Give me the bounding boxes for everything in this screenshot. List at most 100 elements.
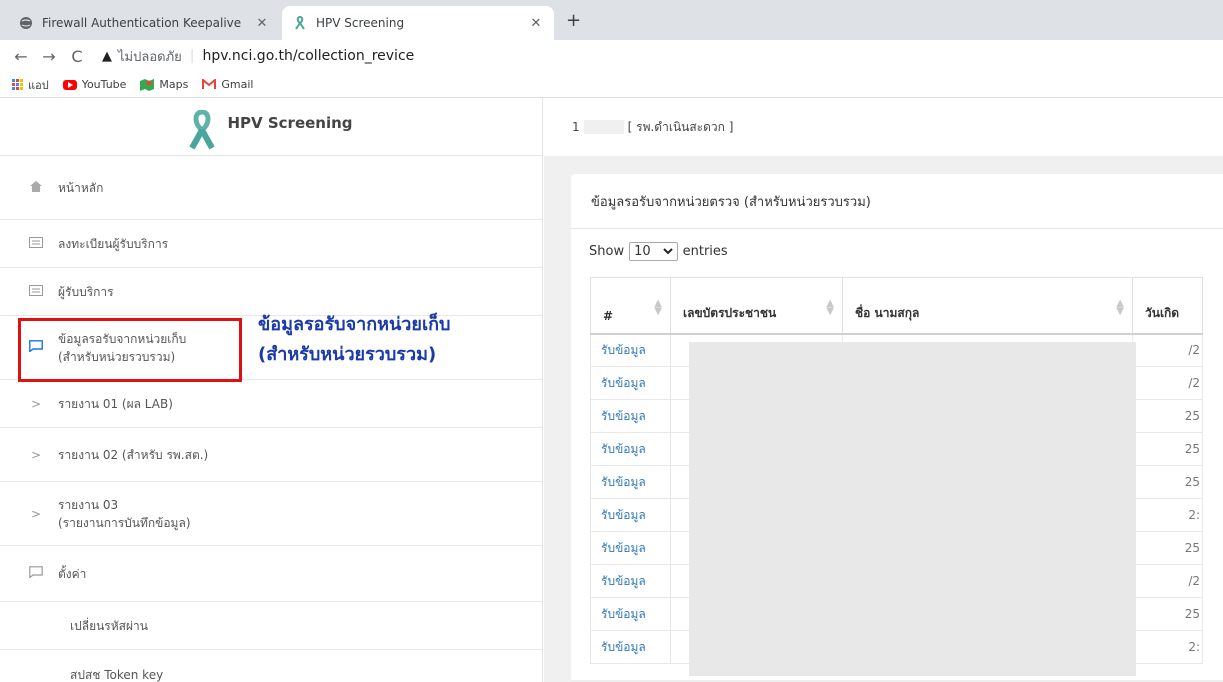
chevron-down-icon — [662, 247, 673, 254]
sidebar-item-settings[interactable]: ตั้งค่า — [0, 546, 542, 602]
annotation-line2: (สำหรับหน่วยรวบรวม) — [258, 344, 437, 365]
sidebar-item-label-line1: รายงาน 03 — [58, 497, 119, 512]
brand-title: HPV Screening — [227, 114, 353, 132]
forward-icon[interactable]: → — [38, 47, 60, 66]
receive-data-link[interactable]: รับข้อมูล — [590, 498, 671, 532]
ribbon-icon — [292, 15, 308, 31]
address-bar: ← → C ▲ ไม่ปลอดภัย | hpv.nci.go.th/colle… — [0, 40, 1223, 72]
header-code: 1 — [572, 120, 580, 134]
gmail-icon — [202, 79, 217, 90]
column-label: ชื่อ นามสกุล — [855, 305, 920, 320]
receive-data-link[interactable]: รับข้อมูล — [590, 564, 671, 598]
new-tab-button[interactable]: + — [566, 10, 581, 31]
main-content: 1 [ รพ.ดำเนินสะดวก ] ข้อมูลรอรับจากหน่วย… — [544, 98, 1223, 682]
sidebar-item-label-line2: (รายงานการบันทึกข้อมูล) — [58, 515, 191, 530]
column-header-fullname[interactable]: ชื่อ นามสกุล ▲ ▼ — [842, 277, 1133, 335]
warning-icon[interactable]: ▲ — [102, 49, 112, 64]
table-header-row: # ▲ ▼ เลขบัตรประชาชน ▲ ▼ ชื่อ นามสกุล ▲ ▼ วันเ… — [590, 277, 1203, 335]
birthdate-cell: 25 — [1132, 399, 1203, 433]
receive-data-link[interactable]: รับข้อมูล — [590, 333, 671, 367]
url-text: hpv.nci.go.th/collection_revice — [202, 48, 415, 64]
tab-title: HPV Screening — [316, 16, 405, 30]
birthdate-cell: /2 — [1132, 333, 1203, 367]
chevron-right-icon: > — [30, 506, 42, 521]
redacted-area — [689, 342, 1136, 676]
receive-data-link[interactable]: รับข้อมูล — [590, 597, 671, 631]
url-separator: | — [189, 48, 195, 64]
annotation-text: ข้อมูลรอรับจากหน่วยเก็บ (สำหรับหน่วยรวบร… — [258, 310, 498, 370]
entries-select-value: 10 — [634, 243, 651, 259]
sidebar-item-label: ลงทะเบียนผู้รับบริการ — [58, 236, 169, 251]
sidebar-item-token-key[interactable]: สปสช Token key — [0, 650, 542, 682]
sidebar-item-report-01[interactable]: > รายงาน 01 (ผล LAB) — [0, 380, 542, 428]
globe-icon — [18, 15, 34, 31]
annotation-line1: ข้อมูลรอรับจากหน่วยเก็บ — [258, 314, 451, 335]
card-title: ข้อมูลรอรับจากหน่วยตรวจ (สำหรับหน่วยรวบร… — [571, 174, 1223, 229]
browser-tab-bar: Firewall Authentication Keepalive ✕ HPV … — [0, 0, 1223, 40]
url-input[interactable]: ▲ ไม่ปลอดภัย | hpv.nci.go.th/collection_… — [102, 46, 414, 67]
birthdate-cell: 2: — [1132, 498, 1203, 532]
sort-icon: ▲ ▼ — [826, 298, 834, 317]
sidebar-item-change-password[interactable]: เปลี่ยนรหัสผ่าน — [0, 602, 542, 650]
bookmark-label: แอป — [28, 78, 49, 92]
sidebar-item-report-02[interactable]: > รายงาน 02 (สำหรับ รพ.สต.) — [0, 428, 542, 482]
receive-data-link[interactable]: รับข้อมูล — [590, 465, 671, 499]
bookmark-gmail[interactable]: Gmail — [202, 78, 253, 91]
sidebar-item-clients[interactable]: ผู้รับบริการ — [0, 268, 542, 316]
list-icon — [26, 284, 46, 299]
birthdate-cell: 25 — [1132, 432, 1203, 466]
receive-data-link[interactable]: รับข้อมูล — [590, 531, 671, 565]
reload-icon[interactable]: C — [66, 47, 88, 66]
sidebar-item-label: ตั้งค่า — [58, 566, 87, 581]
maps-icon — [140, 78, 155, 91]
apps-grid-icon — [12, 79, 23, 90]
tab-title: Firewall Authentication Keepalive — [42, 16, 242, 30]
sort-icon: ▲ ▼ — [1116, 298, 1124, 317]
sidebar-item-register[interactable]: ลงทะเบียนผู้รับบริการ — [0, 220, 542, 268]
birthdate-cell: 25 — [1132, 597, 1203, 631]
entries-select[interactable]: 10 — [629, 241, 678, 261]
main-header: 1 [ รพ.ดำเนินสะดวก ] — [544, 98, 1223, 156]
bookmark-apps[interactable]: แอป — [12, 76, 49, 94]
column-label: # — [603, 308, 614, 323]
close-icon[interactable]: ✕ — [528, 16, 544, 31]
sidebar-item-label: ผู้รับบริการ — [58, 284, 114, 299]
sidebar-item-home[interactable]: หน้าหลัก — [0, 156, 542, 220]
ribbon-logo-icon — [189, 110, 216, 150]
bookmark-label: YouTube — [81, 78, 127, 91]
entries-label: entries — [682, 243, 728, 259]
receive-data-link[interactable]: รับข้อมูล — [590, 432, 671, 466]
column-header-citizen-id[interactable]: เลขบัตรประชาชน ▲ ▼ — [670, 277, 843, 335]
sidebar-item-label: เปลี่ยนรหัสผ่าน — [70, 618, 148, 633]
chevron-right-icon: > — [30, 396, 42, 411]
sidebar-item-label: รายงาน 03 (รายงานการบันทึกข้อมูล) — [58, 496, 191, 532]
bookmark-label: Gmail — [221, 78, 254, 91]
sort-icon: ▲ ▼ — [654, 298, 662, 317]
birthdate-cell: 25 — [1132, 465, 1203, 499]
bookmarks-bar: แอป YouTube Maps Gmail — [0, 72, 1223, 98]
youtube-icon — [62, 79, 77, 90]
brand[interactable]: HPV Screening — [0, 98, 542, 156]
masked-code — [583, 120, 624, 134]
birthdate-cell: 2: — [1132, 630, 1203, 664]
header-hospital: [ รพ.ดำเนินสะดวก ] — [627, 119, 734, 134]
highlight-box — [18, 318, 242, 382]
list-icon — [26, 236, 46, 251]
back-icon[interactable]: ← — [10, 47, 32, 66]
bookmark-maps[interactable]: Maps — [140, 78, 188, 91]
receive-data-link[interactable]: รับข้อมูล — [590, 630, 671, 664]
bookmark-youtube[interactable]: YouTube — [62, 78, 127, 91]
receive-data-link[interactable]: รับข้อมูล — [590, 366, 671, 400]
sidebar-menu: หน้าหลัก ลงทะเบียนผู้รับบริการ ผู้รับบริ… — [0, 156, 542, 682]
column-header-number[interactable]: # ▲ ▼ — [590, 277, 671, 335]
sidebar-item-label: รายงาน 02 (สำหรับ รพ.สต.) — [58, 447, 209, 462]
tab-firewall[interactable]: Firewall Authentication Keepalive ✕ — [8, 6, 280, 40]
sidebar-item-report-03[interactable]: > รายงาน 03 (รายงานการบันทึกข้อมูล) — [0, 482, 542, 546]
pending-data-card: ข้อมูลรอรับจากหน่วยตรวจ (สำหรับหน่วยรวบร… — [571, 174, 1223, 682]
tab-hpv-screening[interactable]: HPV Screening ✕ — [282, 6, 554, 40]
receive-data-link[interactable]: รับข้อมูล — [590, 399, 671, 433]
close-icon[interactable]: ✕ — [254, 16, 270, 31]
sidebar: HPV Screening หน้าหลัก ลงทะเบียนผู้รับบร… — [0, 98, 543, 682]
column-header-birthdate[interactable]: วันเกิด — [1132, 277, 1203, 335]
sidebar-item-label: สปสช Token key — [70, 668, 164, 682]
